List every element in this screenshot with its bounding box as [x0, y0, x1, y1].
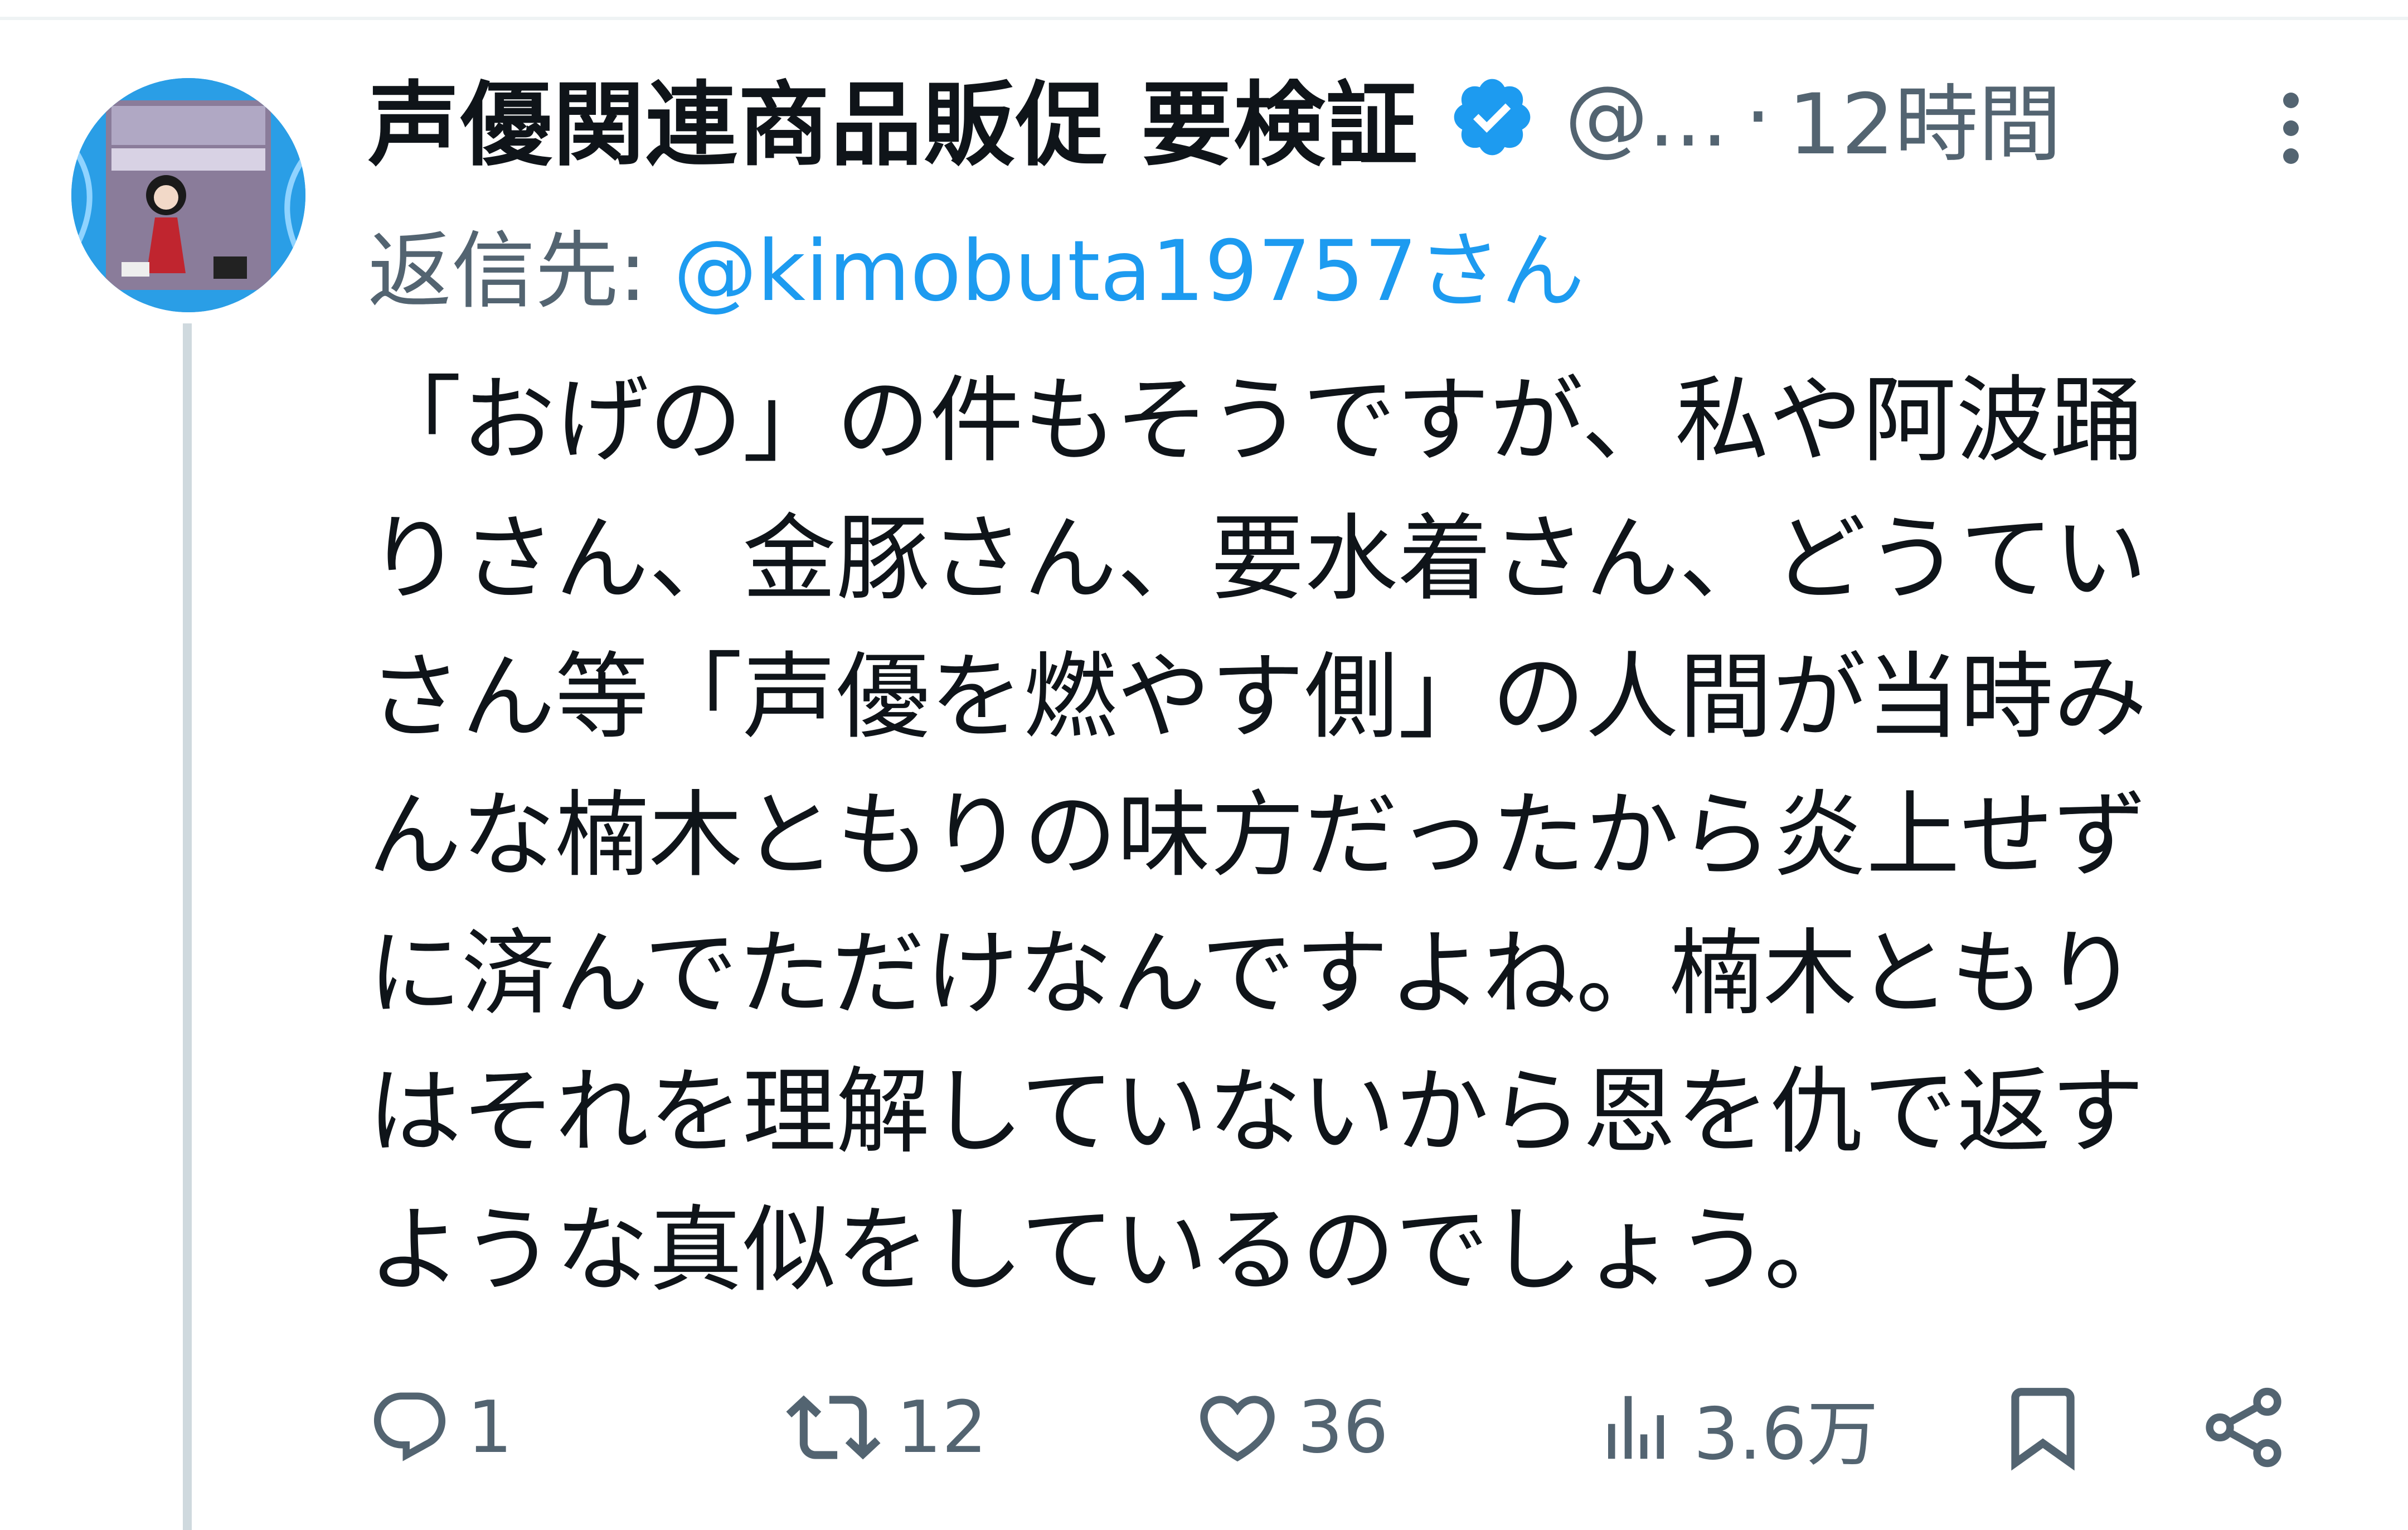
tweet-text-line: んな楠木ともりの味方だったから炎上せず: [368, 781, 2147, 890]
author-handle[interactable]: @...: [1565, 69, 1728, 166]
tweet-text-line: りさん、金豚さん、要水着さん、どうてい: [368, 504, 2147, 613]
tweet-text: 「おげの」の件もそうですが、私や阿波踊 りさん、金豚さん、要水着さん、どうてい …: [368, 351, 2274, 1319]
author-display-name[interactable]: 声優関連商品販促 要検証: [368, 51, 1419, 183]
more-options-icon[interactable]: [2263, 84, 2319, 173]
heart-icon: [1200, 1396, 1275, 1462]
like-count: 36: [1298, 1386, 1389, 1469]
views-count: 3.6万: [1693, 1392, 1878, 1476]
header-separator: ·: [1745, 69, 1771, 166]
share-icon: [2206, 1387, 2281, 1468]
avatar-image: [71, 78, 305, 312]
tweet-text-line: ような真似をしているのでしょう。: [368, 1195, 1858, 1305]
bookmark-icon: [2011, 1388, 2075, 1471]
tweet-text-line: はそれを理解していないから恩を仇で返す: [368, 1057, 2144, 1166]
reply-button[interactable]: 1: [368, 1372, 512, 1483]
bookmark-button[interactable]: [1996, 1372, 2090, 1483]
replying-to-handle-link[interactable]: @kimobuta19757さん: [673, 223, 1585, 320]
replying-to: 返信先: @kimobuta19757さん: [368, 204, 1585, 325]
tweet-header: 声優関連商品販促 要検証 @... · 12時間: [368, 61, 2062, 178]
retweet-count: 12: [896, 1386, 987, 1469]
top-divider: [0, 17, 2408, 20]
views-chart-icon: [1608, 1396, 1664, 1459]
tweet-action-bar: 1 12 36 3.6万: [368, 1372, 2291, 1483]
views-button[interactable]: 3.6万: [1594, 1372, 1878, 1483]
retweet-icon: [786, 1395, 881, 1460]
reply-icon: [373, 1392, 446, 1461]
avatar[interactable]: [71, 78, 305, 312]
tweet-timestamp[interactable]: 12時間: [1788, 57, 2062, 178]
tweet-text-line: 「おげの」の件もそうですが、私や阿波踊: [368, 366, 2144, 475]
tweet-text-line: に済んでただけなんですよね。楠木ともり: [368, 919, 2138, 1028]
share-button[interactable]: [2196, 1372, 2291, 1483]
replying-to-label: 返信先:: [368, 223, 674, 320]
retweet-button[interactable]: 12: [786, 1372, 987, 1483]
reply-count: 1: [467, 1386, 513, 1469]
like-button[interactable]: 36: [1193, 1372, 1389, 1483]
verified-badge-icon: [1454, 79, 1531, 156]
tweet-text-line: さん等「声優を燃やす側」の人間が当時み: [368, 642, 2147, 752]
thread-connector-line: [183, 323, 192, 1530]
